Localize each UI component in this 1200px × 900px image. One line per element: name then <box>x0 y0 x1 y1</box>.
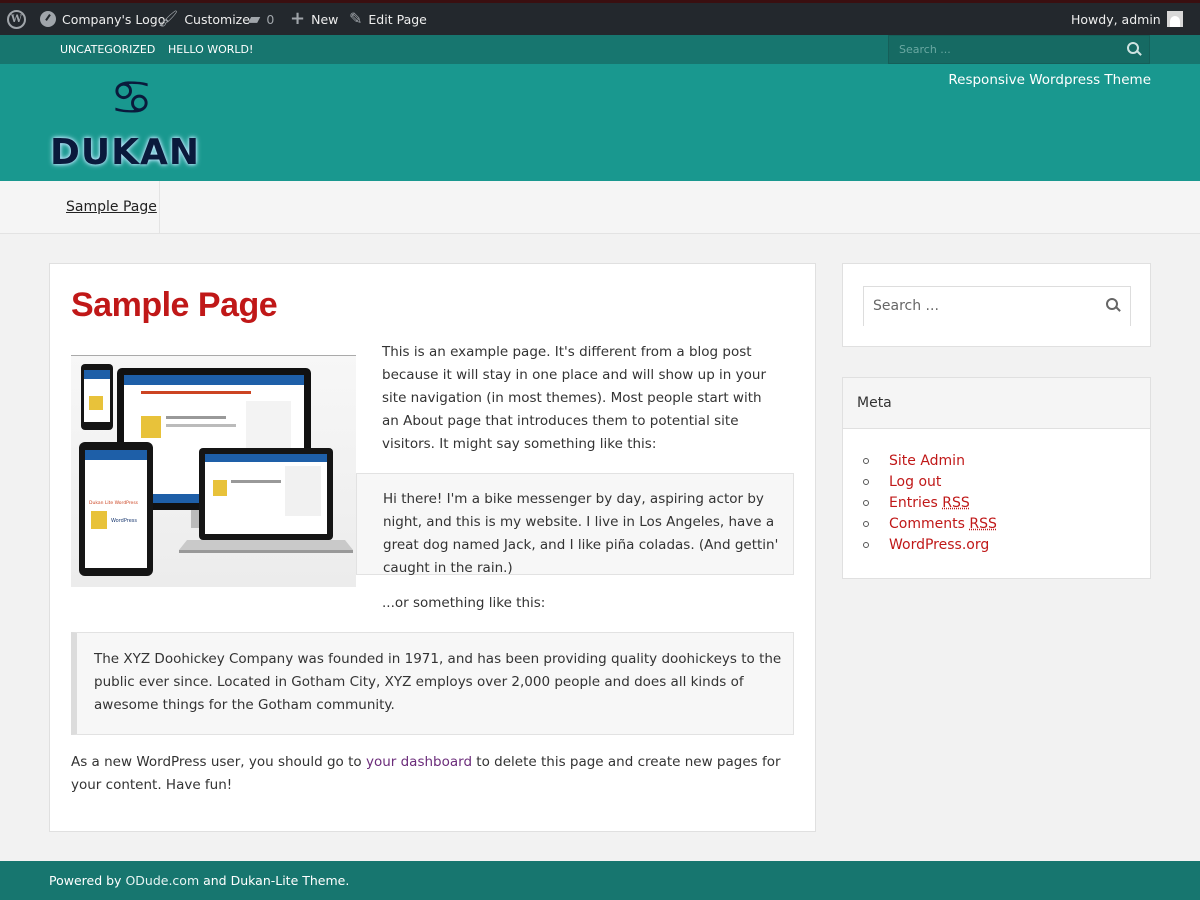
comment-icon: ▰ <box>248 9 261 28</box>
top-search-form <box>888 35 1150 64</box>
meta-item-log-out[interactable]: Log out <box>863 471 997 492</box>
meta-item-wordpress-org[interactable]: WordPress.org <box>863 534 997 555</box>
blockquote-bike-messenger: Hi there! I'm a bike messenger by day, a… <box>356 473 794 576</box>
logo-text: DUKAN <box>50 132 201 173</box>
dashboard-link[interactable]: your dashboard <box>366 754 472 770</box>
edit-page-label: Edit Page <box>368 11 427 27</box>
comments-link[interactable]: ▰ 0 <box>248 3 274 35</box>
new-label: New <box>311 11 339 27</box>
rss-abbr: RSS <box>942 494 970 511</box>
site-name-label: Company's Logo <box>62 11 166 27</box>
rss-abbr: RSS <box>969 515 997 532</box>
site-tagline: Responsive Wordpress Theme <box>948 72 1151 88</box>
or-this-paragraph: ...or something like this: <box>382 595 546 611</box>
quote2-text: The XYZ Doohickey Company was founded in… <box>94 651 782 713</box>
customize-label: Customize <box>184 11 250 27</box>
howdy-label: Howdy, admin <box>1071 11 1161 27</box>
new-content-link[interactable]: + New <box>290 3 338 35</box>
quote1-text: Hi there! I'm a bike messenger by day, a… <box>383 491 779 576</box>
meta-item-label: WordPress.org <box>889 536 990 553</box>
brush-icon: 🖌 <box>158 9 179 28</box>
main-nav-sample-page[interactable]: Sample Page <box>0 181 160 233</box>
sidebar-search-widget <box>842 263 1151 347</box>
meta-item-comments-rss[interactable]: Comments RSS <box>863 513 997 534</box>
meta-item-label: Site Admin <box>889 452 965 469</box>
search-icon[interactable] <box>1106 298 1120 312</box>
top-nav-uncategorized[interactable]: UNCATEGORIZED <box>60 35 155 64</box>
avatar-icon <box>1166 11 1183 27</box>
featured-image: Dukan Lite WordPress WordPress <box>71 355 356 587</box>
blockquote-xyz-company: The XYZ Doohickey Company was founded in… <box>71 632 794 735</box>
wordpress-icon: W <box>7 9 26 29</box>
account-menu[interactable]: Howdy, admin <box>1071 3 1183 35</box>
bullet-icon <box>863 499 869 506</box>
page-content: Sample Page Dukan Lite WordPress WordPre… <box>49 263 816 832</box>
site-name-link[interactable]: Company's Logo <box>40 3 165 35</box>
meta-item-label: Entries <box>889 494 943 511</box>
site-header: ♋ DUKAN Responsive Wordpress Theme <box>0 64 1200 181</box>
responsive-devices-illustration: Dukan Lite WordPress WordPress <box>79 364 353 576</box>
top-search-input[interactable] <box>889 36 1119 63</box>
bullet-icon <box>863 457 869 464</box>
bullet-icon <box>863 541 869 548</box>
wordpress-menu[interactable]: W <box>7 3 26 35</box>
intro-paragraph: This is an example page. It's different … <box>382 344 767 452</box>
site-logo[interactable]: ♋ DUKAN <box>48 74 228 174</box>
meta-list: Site Admin Log out Entries RSS Comments … <box>863 450 997 555</box>
meta-item-entries-rss[interactable]: Entries RSS <box>863 492 997 513</box>
pencil-icon: ✎ <box>349 9 363 28</box>
tablet-brand-text: WordPress <box>111 518 137 524</box>
plus-icon: + <box>290 8 306 29</box>
search-icon[interactable] <box>1127 42 1141 56</box>
site-footer: Powered by ODude.com and Dukan-Lite Them… <box>0 861 1200 900</box>
page-title: Sample Page <box>71 286 278 324</box>
meta-widget-title: Meta <box>843 378 1150 429</box>
tablet-heading-text: Dukan Lite WordPress <box>89 500 139 506</box>
meta-widget: Meta Site Admin Log out Entries RSS Comm… <box>842 377 1151 579</box>
meta-item-site-admin[interactable]: Site Admin <box>863 450 997 471</box>
cancer-zodiac-icon: ♋ <box>110 70 154 126</box>
main-navigation: Sample Page <box>0 181 1200 234</box>
bullet-icon <box>863 478 869 485</box>
top-nav-hello-world[interactable]: HELLO WORLD! <box>168 35 253 64</box>
admin-bar: W Company's Logo 🖌 Customize ▰ 0 + New ✎… <box>0 0 1200 35</box>
footer-odude-link[interactable]: ODude.com <box>125 873 199 888</box>
bullet-icon <box>863 520 869 527</box>
meta-item-label: Comments <box>889 515 970 532</box>
footer-prefix: Powered by <box>49 873 126 888</box>
edit-page-link[interactable]: ✎ Edit Page <box>349 3 427 35</box>
sidebar-search-box <box>863 286 1131 326</box>
sidebar-search-input[interactable] <box>864 287 1094 325</box>
dashboard-icon <box>40 11 56 27</box>
meta-item-label: Log out <box>889 473 942 490</box>
comments-count: 0 <box>266 11 275 27</box>
footer-suffix: and Dukan-Lite Theme. <box>199 873 350 888</box>
outro-before: As a new WordPress user, you should go t… <box>71 754 366 770</box>
customize-link[interactable]: 🖌 Customize <box>158 3 250 35</box>
outro-paragraph: As a new WordPress user, you should go t… <box>71 751 801 797</box>
